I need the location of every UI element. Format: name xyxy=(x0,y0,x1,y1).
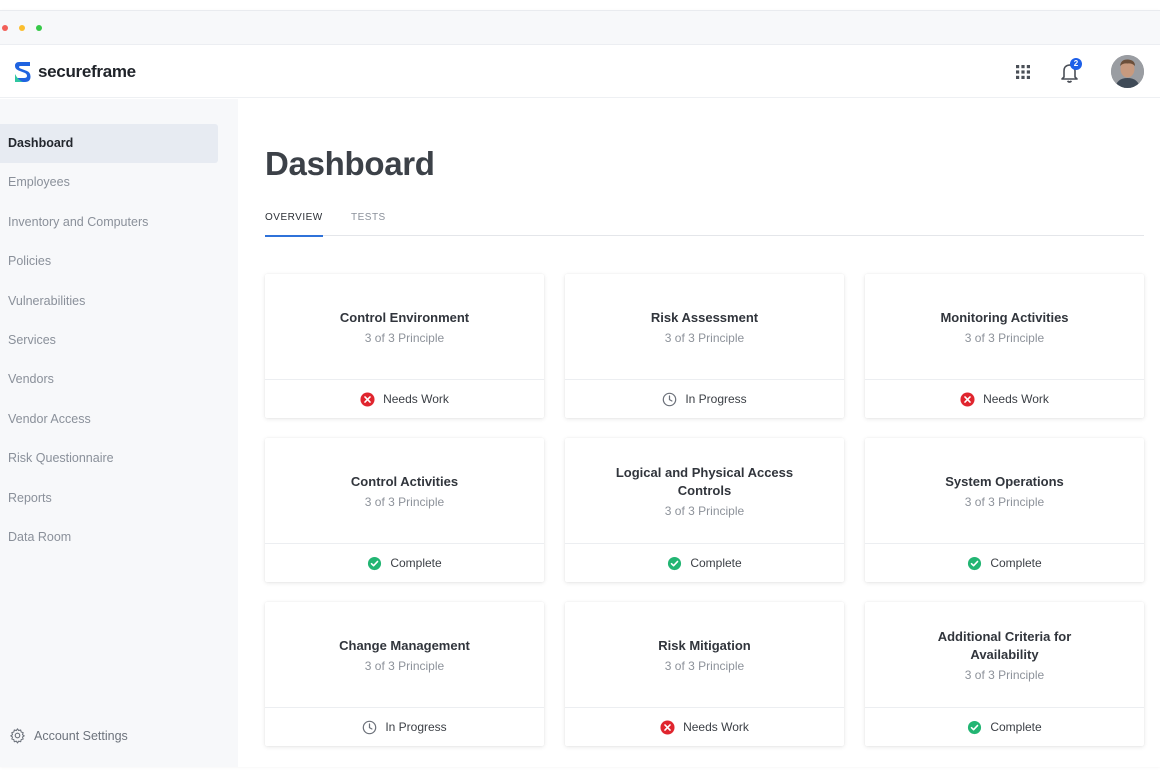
sidebar-item-vulnerabilities[interactable]: Vulnerabilities xyxy=(0,282,218,321)
card-title: Control Environment xyxy=(339,309,470,325)
card-subtitle: 3 of 3 Principle xyxy=(964,330,1045,345)
card-status-label: Complete xyxy=(990,720,1042,734)
x-circle-icon xyxy=(660,719,675,735)
notification-count-badge: 2 xyxy=(1070,58,1082,70)
check-circle-icon xyxy=(368,556,382,570)
principle-card[interactable]: Monitoring Activities 3 of 3 Principle Nee… xyxy=(865,274,1144,418)
sidebar-item-vendor-access[interactable]: Vendor Access xyxy=(0,400,218,439)
window-titlebar xyxy=(0,11,1160,45)
main-content: Dashboard OVERVIEW TESTS Control Environ… xyxy=(238,99,1160,767)
principle-card[interactable]: Change Management 3 of 3 Principle In Prog… xyxy=(265,602,544,746)
tab-tests[interactable]: TESTS xyxy=(351,212,386,235)
card-status: Complete xyxy=(265,543,544,582)
clock-icon xyxy=(663,392,677,406)
card-status-label: Complete xyxy=(390,556,442,570)
card-body: Risk Mitigation 3 of 3 Principle xyxy=(565,602,844,707)
card-status: In Progress xyxy=(265,707,544,746)
x-circle-icon xyxy=(360,391,375,407)
sidebar-item-data-room[interactable]: Data Room xyxy=(0,518,218,557)
card-body: Additional Criteria for Availability 3 of… xyxy=(865,602,1144,707)
principle-card[interactable]: Risk Assessment 3 of 3 Principle In Progre… xyxy=(565,274,844,418)
card-body: Logical and Physical Access Controls 3 of… xyxy=(565,438,844,543)
gear-icon xyxy=(10,728,25,744)
clock-icon xyxy=(363,720,377,734)
card-subtitle: 3 of 3 Principle xyxy=(664,658,745,673)
check-circle-icon xyxy=(968,556,982,570)
sidebar-item-risk-questionnaire[interactable]: Risk Questionnaire xyxy=(0,439,218,478)
sidebar-item-vendors[interactable]: Vendors xyxy=(0,360,218,399)
card-title: Additional Criteria for Availability xyxy=(937,628,1072,662)
card-body: Monitoring Activities 3 of 3 Principle xyxy=(865,274,1144,379)
logo-mark-icon xyxy=(15,62,31,82)
card-status-label: Needs Work xyxy=(383,392,449,406)
card-status-label: Needs Work xyxy=(683,720,749,734)
x-circle-icon xyxy=(960,391,975,407)
sidebar-item-inventory-and-computers[interactable]: Inventory and Computers xyxy=(0,203,218,242)
principle-card[interactable]: Additional Criteria for Availability 3 of… xyxy=(865,602,1144,746)
sidebar-item-services[interactable]: Services xyxy=(0,321,218,360)
app-header: secureframe 2 xyxy=(0,45,1160,98)
card-body: Control Environment 3 of 3 Principle xyxy=(265,274,544,379)
card-body: Control Activities 3 of 3 Principle xyxy=(265,438,544,543)
card-title: Risk Mitigation xyxy=(658,637,751,653)
principle-card[interactable]: Logical and Physical Access Controls 3 of… xyxy=(565,438,844,582)
card-status: Needs Work xyxy=(265,379,544,418)
card-title: Logical and Physical Access Controls xyxy=(615,464,794,498)
check-circle-icon xyxy=(668,556,682,570)
card-status: Needs Work xyxy=(565,707,844,746)
app-window: secureframe 2 Dashboard Employees Invent… xyxy=(0,10,1160,767)
card-status: Complete xyxy=(565,543,844,582)
logo-text: secureframe xyxy=(38,62,136,81)
card-subtitle: 3 of 3 Principle xyxy=(364,658,445,673)
tab-overview[interactable]: OVERVIEW xyxy=(265,212,323,237)
card-body: Change Management 3 of 3 Principle xyxy=(265,602,544,707)
principle-card[interactable]: Risk Mitigation 3 of 3 Principle Needs Wor… xyxy=(565,602,844,746)
card-title: Monitoring Activities xyxy=(940,309,1069,325)
sidebar-item-policies[interactable]: Policies xyxy=(0,242,218,281)
card-title: Control Activities xyxy=(350,473,459,489)
account-settings-link[interactable]: Account Settings xyxy=(9,727,128,744)
principle-card[interactable]: System Operations 3 of 3 Principle Complet… xyxy=(865,438,1144,582)
maximize-window-button[interactable] xyxy=(36,25,42,31)
sidebar-nav: Dashboard Employees Inventory and Comput… xyxy=(0,124,218,557)
card-subtitle: 3 of 3 Principle xyxy=(364,494,445,509)
notifications-button[interactable]: 2 xyxy=(1060,58,1082,84)
card-status-label: Complete xyxy=(690,556,742,570)
tab-bar: OVERVIEW TESTS xyxy=(265,203,1144,237)
logo[interactable]: secureframe xyxy=(14,60,136,84)
check-circle-icon xyxy=(968,720,982,734)
sidebar: Dashboard Employees Inventory and Comput… xyxy=(0,99,238,767)
card-status-label: In Progress xyxy=(385,720,447,734)
sidebar-item-reports[interactable]: Reports xyxy=(0,479,218,518)
card-subtitle: 3 of 3 Principle xyxy=(664,503,745,518)
user-avatar-icon xyxy=(1111,55,1144,88)
close-window-button[interactable] xyxy=(2,25,8,31)
principle-card[interactable]: Control Environment 3 of 3 Principle Needs… xyxy=(265,274,544,418)
account-settings-label: Account Settings xyxy=(34,728,128,743)
card-status: In Progress xyxy=(565,379,844,418)
card-subtitle: 3 of 3 Principle xyxy=(364,330,445,345)
card-status: Complete xyxy=(865,707,1144,746)
card-status: Complete xyxy=(865,543,1144,582)
card-body: System Operations 3 of 3 Principle xyxy=(865,438,1144,543)
card-title: System Operations xyxy=(945,473,1064,489)
card-status-label: Complete xyxy=(990,556,1042,570)
card-status-label: Needs Work xyxy=(983,392,1049,406)
sidebar-item-dashboard[interactable]: Dashboard xyxy=(0,124,218,164)
sidebar-item-employees[interactable]: Employees xyxy=(0,163,218,202)
card-subtitle: 3 of 3 Principle xyxy=(664,330,745,345)
page-title: Dashboard xyxy=(265,145,435,182)
avatar[interactable] xyxy=(1111,55,1144,88)
principle-card[interactable]: Control Activities 3 of 3 Principle Comple… xyxy=(265,438,544,582)
card-body: Risk Assessment 3 of 3 Principle xyxy=(565,274,844,379)
card-title: Change Management xyxy=(339,637,470,653)
card-subtitle: 3 of 3 Principle xyxy=(964,667,1045,682)
apps-grid-icon[interactable] xyxy=(1015,64,1031,80)
card-status: Needs Work xyxy=(865,379,1144,418)
minimize-window-button[interactable] xyxy=(19,25,25,31)
card-status-label: In Progress xyxy=(685,392,747,406)
card-subtitle: 3 of 3 Principle xyxy=(964,494,1045,509)
card-title: Risk Assessment xyxy=(650,309,759,325)
